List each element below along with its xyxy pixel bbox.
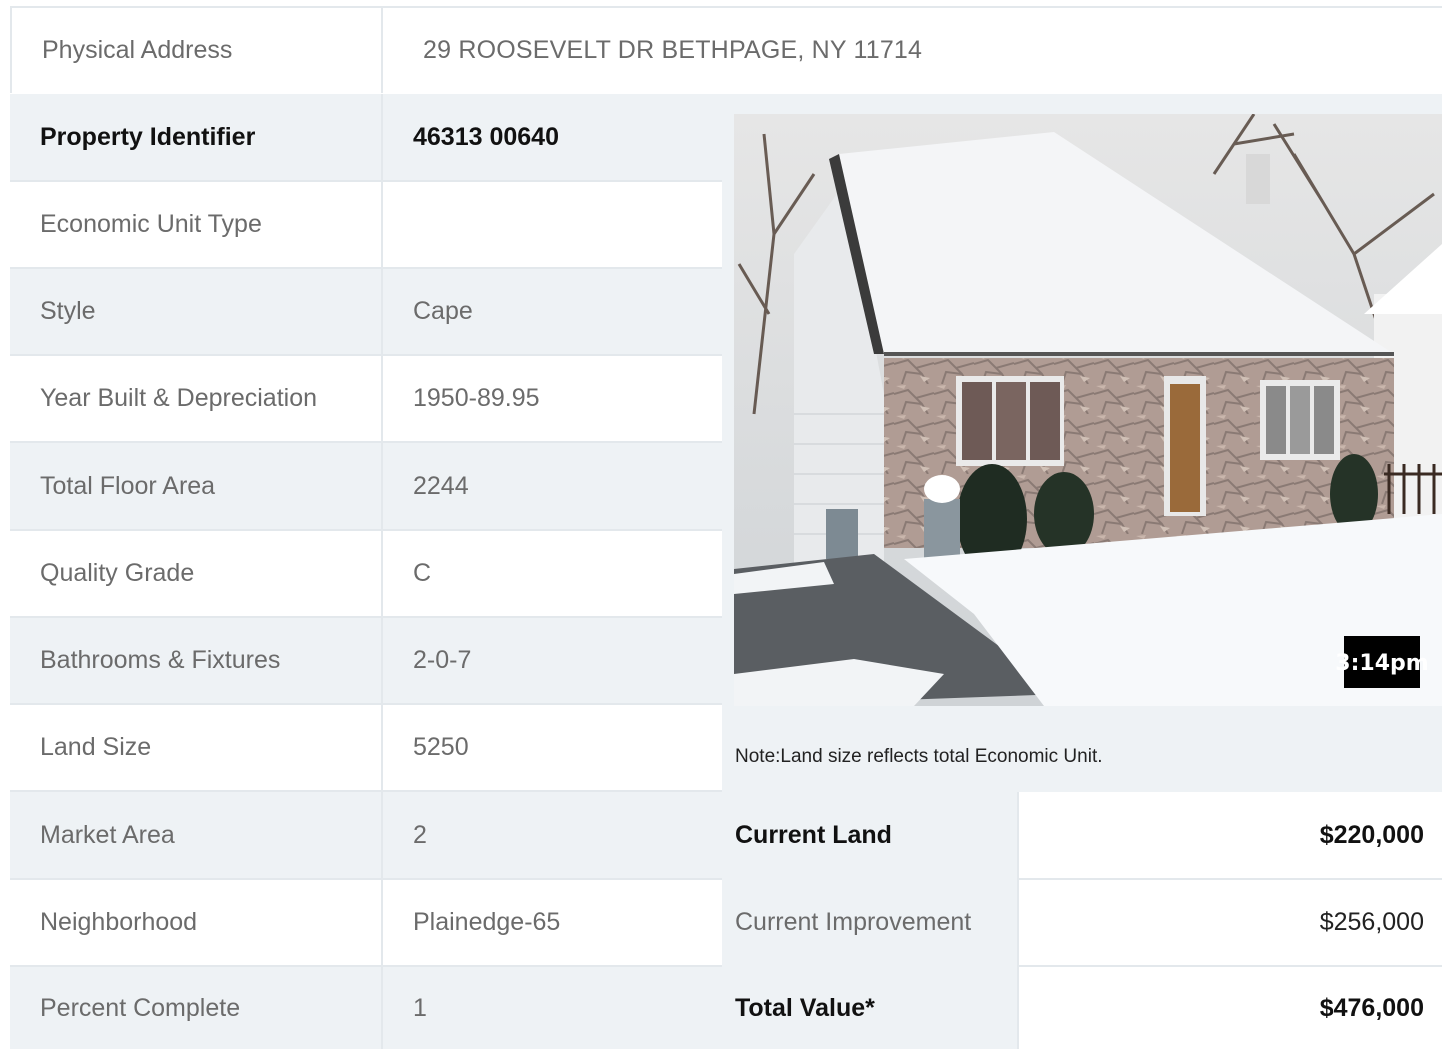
current-land-value: $220,000 xyxy=(1017,792,1442,878)
current-improvement-value: $256,000 xyxy=(1017,880,1442,965)
percent-complete-value: 1 xyxy=(381,967,722,1049)
property-photo: 3:14pm xyxy=(734,114,1442,706)
bathrooms-fixtures-label: Bathrooms & Fixtures xyxy=(10,618,381,703)
total-floor-area-value: 2244 xyxy=(381,443,722,529)
current-land-label: Current Land xyxy=(722,792,1017,878)
land-size-label: Land Size xyxy=(10,705,381,790)
land-size-value: 5250 xyxy=(381,705,722,790)
neighborhood-label: Neighborhood xyxy=(10,880,381,965)
percent-complete-label: Percent Complete xyxy=(10,967,381,1049)
physical-address-label: Physical Address xyxy=(10,8,381,93)
land-size-note: Note:Land size reflects total Economic U… xyxy=(735,746,1103,767)
year-built-label: Year Built & Depreciation xyxy=(10,356,381,441)
total-value-label: Total Value* xyxy=(722,967,1017,1049)
property-identifier-value: 46313 00640 xyxy=(381,94,722,180)
total-floor-area-label: Total Floor Area xyxy=(10,443,381,529)
quality-grade-label: Quality Grade xyxy=(10,531,381,616)
year-built-value: 1950-89.95 xyxy=(381,356,722,441)
bathrooms-fixtures-value: 2-0-7 xyxy=(381,618,722,703)
total-value-value: $476,000 xyxy=(1017,967,1442,1049)
market-area-value: 2 xyxy=(381,792,722,878)
house-photo-image: 3:14pm xyxy=(734,114,1442,706)
property-identifier-label: Property Identifier xyxy=(10,94,381,180)
style-label: Style xyxy=(10,269,381,354)
photo-timestamp: 3:14pm xyxy=(1335,651,1428,676)
style-value: Cape xyxy=(381,269,722,354)
physical-address-value: 29 ROOSEVELT DR BETHPAGE, NY 11714 xyxy=(381,8,1442,93)
economic-unit-type-label: Economic Unit Type xyxy=(10,182,381,267)
neighborhood-value: Plainedge-65 xyxy=(381,880,722,965)
economic-unit-type-value xyxy=(381,182,722,267)
current-improvement-label: Current Improvement xyxy=(722,880,1017,965)
quality-grade-value: C xyxy=(381,531,722,616)
market-area-label: Market Area xyxy=(10,792,381,878)
